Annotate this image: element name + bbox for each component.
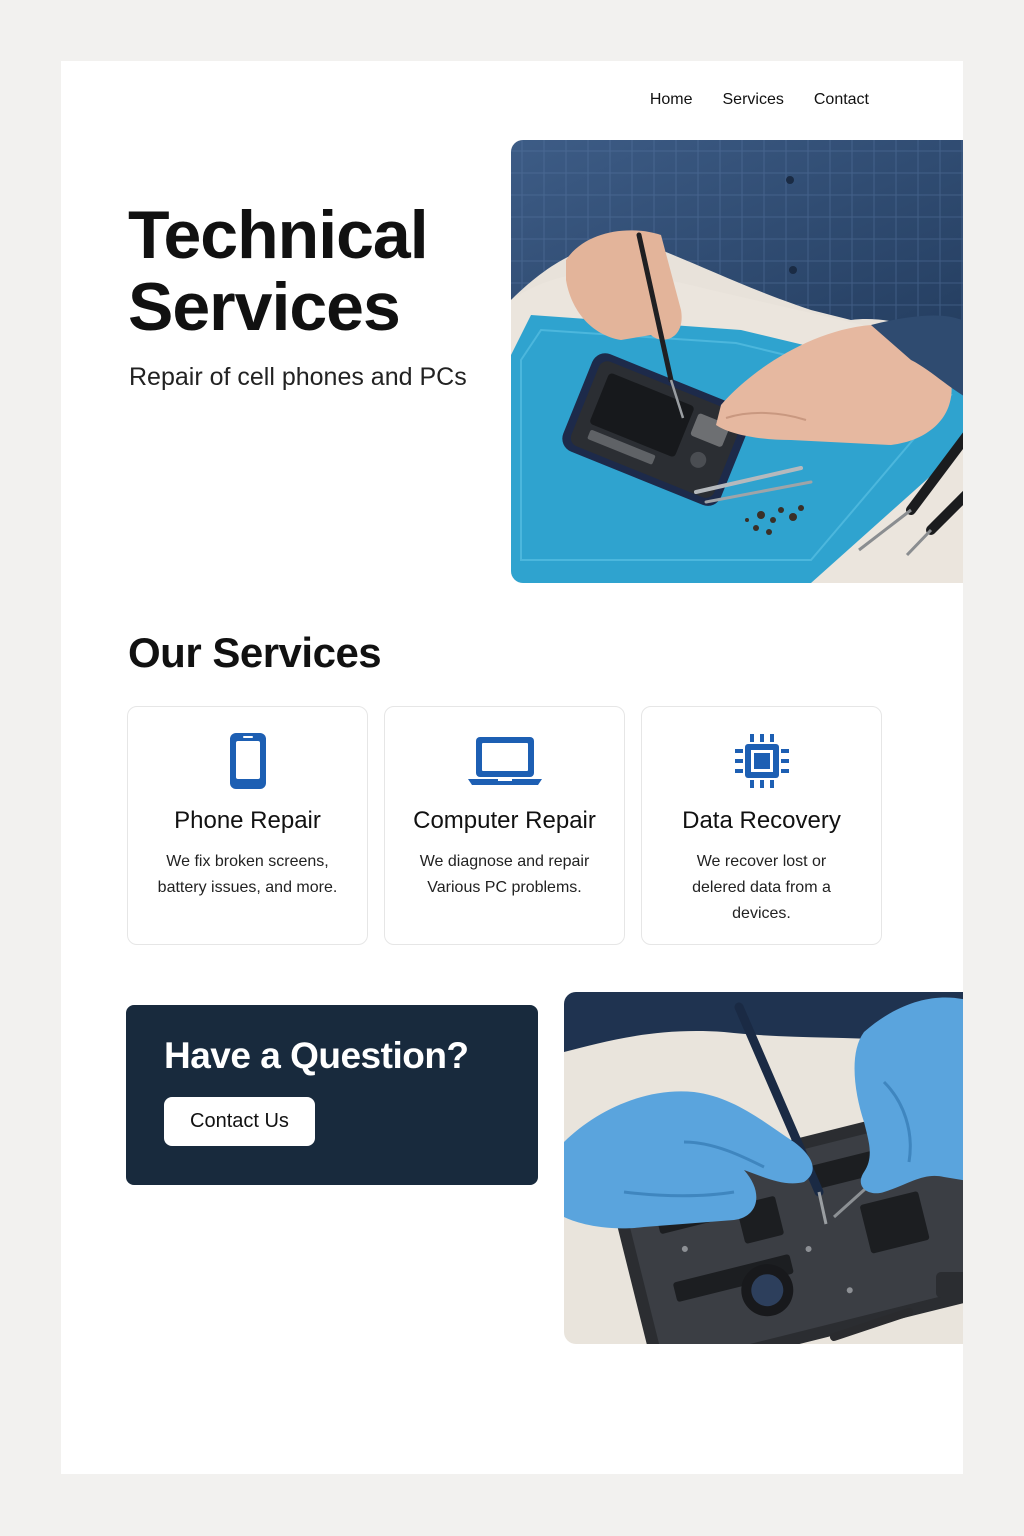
card-text-line: battery issues, and more. bbox=[157, 879, 338, 896]
phone-repair-illustration bbox=[511, 140, 963, 583]
hero-subtitle: Repair of cell phones and PCs bbox=[129, 363, 467, 391]
cta-title: Have a Question? bbox=[164, 1035, 469, 1076]
phone-icon bbox=[128, 731, 367, 791]
contact-us-button[interactable]: Contact Us bbox=[164, 1097, 315, 1146]
page: Home Services Contact Technical Services … bbox=[61, 61, 963, 1474]
hero-title-line2: Services bbox=[128, 269, 401, 345]
card-description: We recover lost or delered data from a d… bbox=[662, 849, 862, 927]
hero-photo bbox=[511, 140, 963, 583]
card-description: We diagnose and repair Various PC proble… bbox=[405, 849, 605, 901]
contact-cta-panel: Have a Question? Contact Us bbox=[126, 1005, 538, 1185]
board-repair-illustration bbox=[564, 992, 963, 1344]
card-text-line: We fix broken screens, bbox=[166, 853, 329, 870]
card-text-line: devices. bbox=[732, 905, 791, 922]
services-heading: Our Services bbox=[128, 629, 382, 676]
service-card-computer-repair[interactable]: Computer Repair We diagnose and repair V… bbox=[384, 706, 625, 945]
card-description: We fix broken screens, battery issues, a… bbox=[148, 849, 348, 901]
service-card-phone-repair[interactable]: Phone Repair We fix broken screens, batt… bbox=[127, 706, 368, 945]
repair-photo bbox=[564, 992, 963, 1344]
nav-home-link[interactable]: Home bbox=[650, 91, 693, 109]
laptop-icon bbox=[385, 731, 624, 791]
services-cards: Phone Repair We fix broken screens, batt… bbox=[127, 706, 882, 945]
card-text-line: We diagnose and repair bbox=[419, 853, 590, 870]
card-title: Data Recovery bbox=[682, 807, 841, 834]
card-text-line: We recover lost or bbox=[696, 853, 827, 870]
nav-services-link[interactable]: Services bbox=[723, 91, 784, 109]
top-nav: Home Services Contact bbox=[650, 91, 869, 109]
nav-contact-link[interactable]: Contact bbox=[814, 91, 869, 109]
card-title: Phone Repair bbox=[174, 807, 321, 834]
chip-icon bbox=[642, 731, 881, 791]
card-text-line: delered data from a bbox=[692, 879, 831, 896]
hero-title: Technical Services bbox=[128, 199, 488, 343]
card-text-line: Various PC problems. bbox=[427, 879, 582, 896]
service-card-data-recovery[interactable]: Data Recovery We recover lost or delered… bbox=[641, 706, 882, 945]
hero-title-line1: Technical bbox=[128, 197, 429, 273]
card-title: Computer Repair bbox=[413, 807, 596, 834]
